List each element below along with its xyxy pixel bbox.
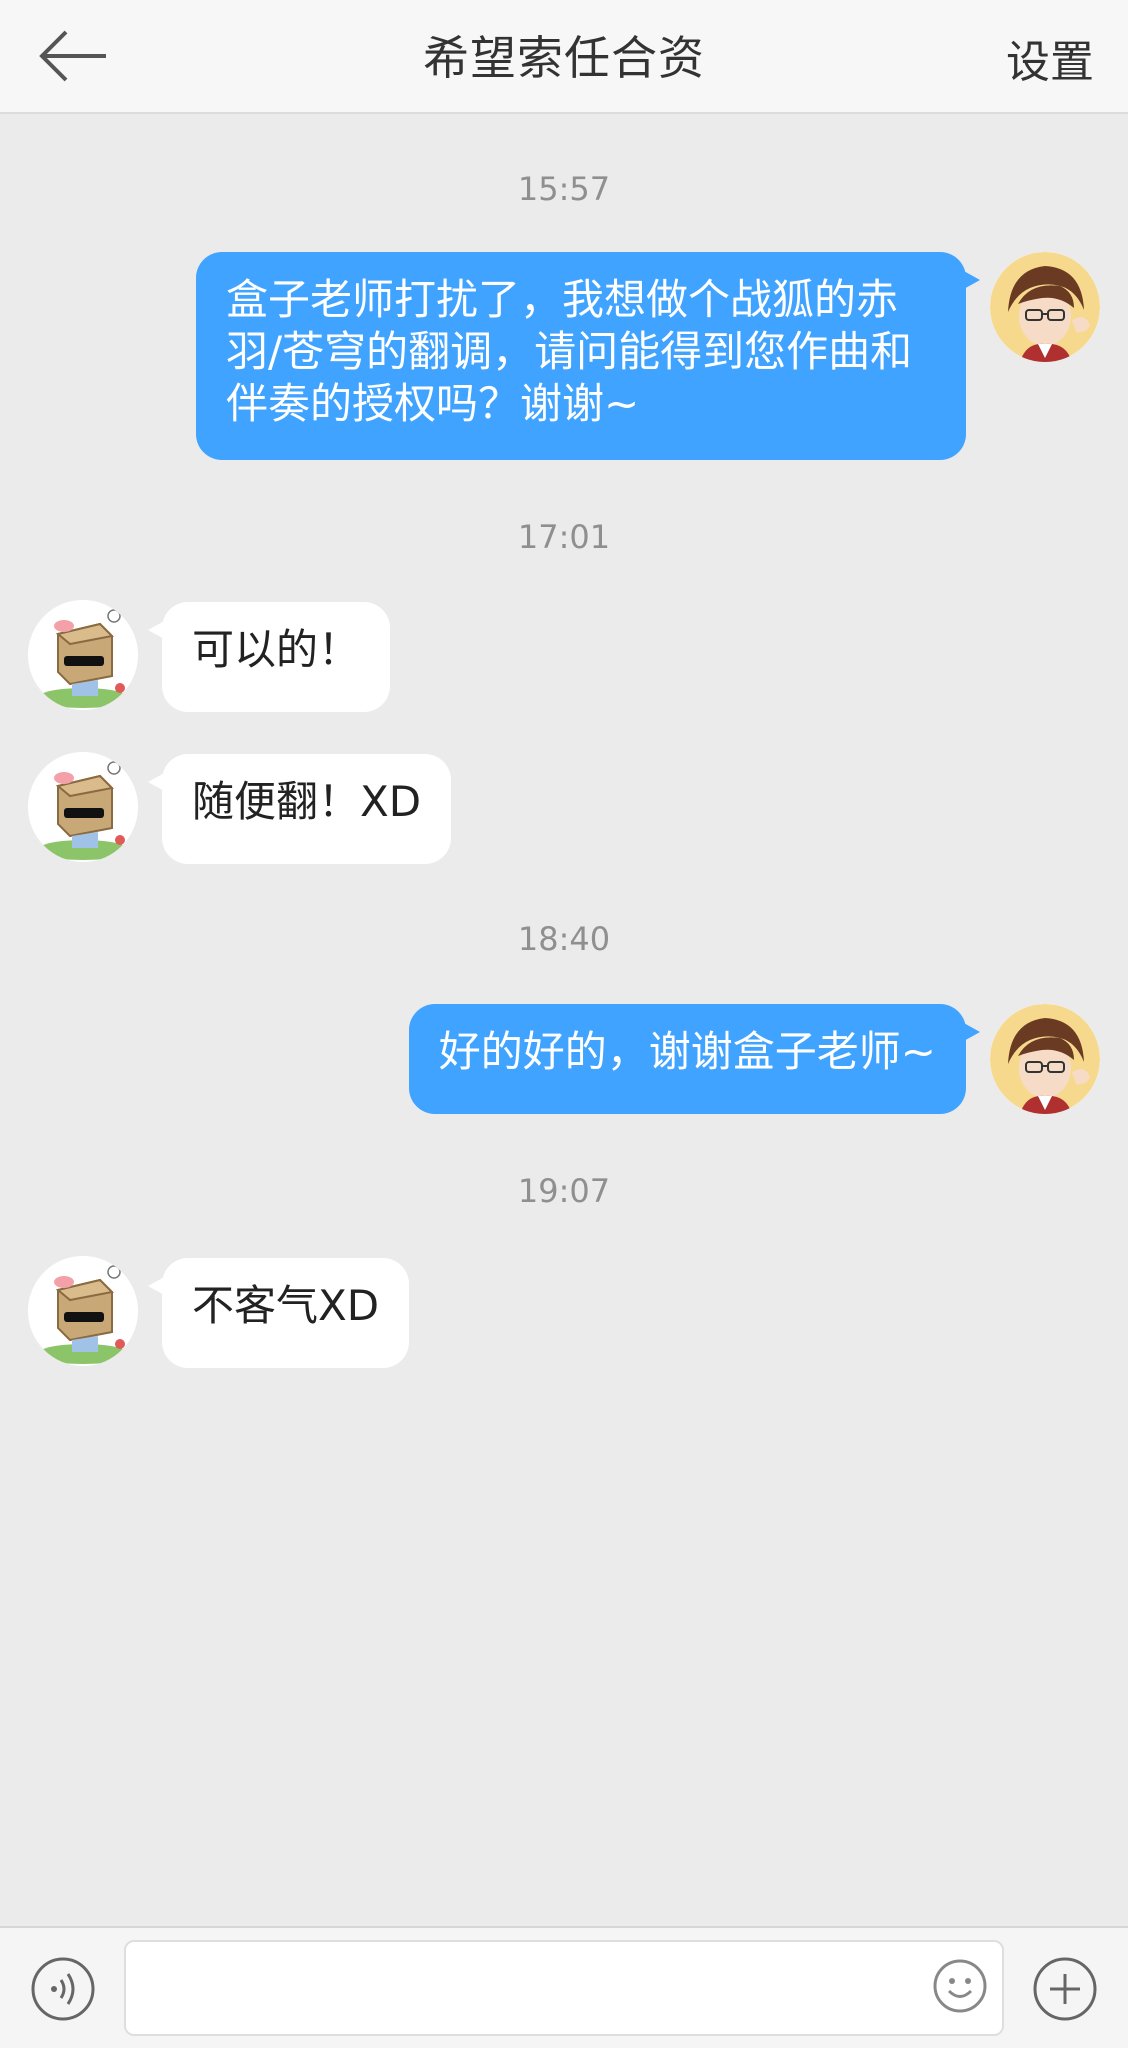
sent-message-bubble[interactable]: 好的好的，谢谢盒子老师~ [408,1004,981,1114]
my-avatar[interactable] [990,1004,1100,1114]
message-text: 盒子老师打扰了，我想做个战狐的赤羽/苍穹的翻调，请问能得到您作曲和伴奏的授权吗？… [226,275,913,428]
timestamp: 19:07 [517,1172,611,1210]
emoji-button[interactable] [932,1958,988,2014]
settings-button[interactable]: 设置 [1006,26,1094,90]
sent-message-bubble[interactable]: 盒子老师打扰了，我想做个战狐的赤羽/苍穹的翻调，请问能得到您作曲和伴奏的授权吗？… [196,252,980,460]
received-message-bubble[interactable]: 随便翻！XD [147,754,452,864]
contact-avatar[interactable] [28,600,138,710]
more-options-button[interactable] [1032,1956,1098,2022]
header-bar: 希望索任合资 设置 [0,0,1128,114]
received-message-bubble[interactable]: 可以的！ [147,602,391,712]
box-character-avatar-image [28,752,138,862]
voice-icon [31,1957,95,2021]
plus-icon [1033,1957,1097,2021]
message-text: 可以的！ [192,625,361,674]
emoji-icon [933,1959,987,2013]
message-input[interactable] [124,1940,1004,2036]
user-avatar-image [990,1004,1100,1114]
user-avatar-image [990,252,1100,362]
chat-screen: 希望索任合资 设置 15:57 盒子老师打扰了，我想做个战狐的赤羽/苍穹的翻调，… [0,0,1128,2048]
box-character-avatar-image [28,1256,138,1366]
box-character-avatar-image [28,600,138,710]
my-avatar[interactable] [990,252,1100,362]
timestamp: 15:57 [517,170,611,208]
received-message-bubble[interactable]: 不客气XD [147,1258,410,1368]
message-text: 好的好的，谢谢盒子老师~ [438,1027,936,1076]
page-title: 希望索任合资 [423,31,705,85]
contact-avatar[interactable] [28,752,138,862]
voice-button[interactable] [30,1956,96,2022]
message-text: 不客气XD [192,1281,380,1330]
message-input-bar [0,1926,1128,2048]
timestamp: 17:01 [517,518,611,556]
timestamp: 18:40 [517,920,611,958]
message-text: 随便翻！XD [192,777,422,826]
contact-avatar[interactable] [28,1256,138,1366]
